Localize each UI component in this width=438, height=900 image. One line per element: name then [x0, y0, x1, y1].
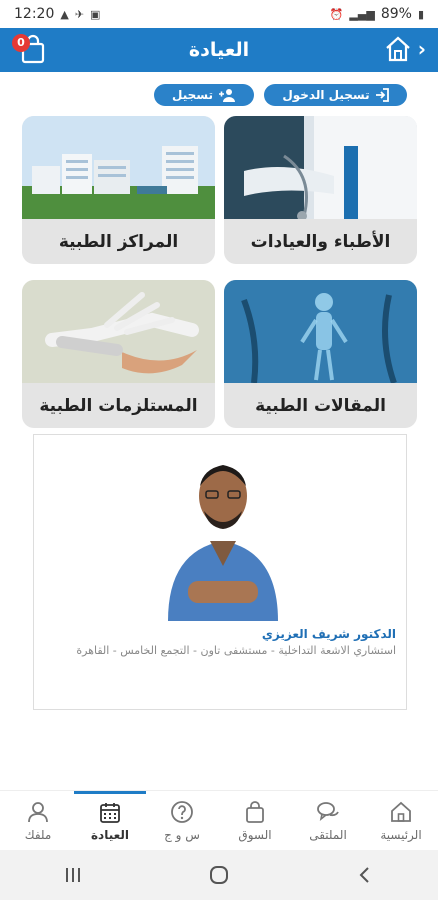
- nav-forum[interactable]: الملتقى: [292, 791, 364, 851]
- gallery-icon: ▣: [90, 7, 101, 21]
- nav-profile[interactable]: ملفك: [2, 791, 74, 851]
- nav-market[interactable]: السوق: [219, 791, 291, 851]
- hospital-buildings-photo: [22, 116, 215, 219]
- nav-label: الملتقى: [309, 828, 347, 842]
- featured-doctor-card[interactable]: الدكتور شريف العزيزي استشاري الاشعة التد…: [33, 434, 407, 710]
- add-user-icon: [218, 89, 235, 102]
- signal-icon: ▂▄▆: [349, 7, 375, 21]
- cart-badge: 0: [12, 34, 30, 52]
- calendar-icon: [100, 803, 120, 823]
- login-button[interactable]: تسجيل الدخول: [264, 84, 407, 106]
- medical-xray-photo: [224, 280, 417, 383]
- back-chevron-icon: [359, 867, 369, 883]
- app-bar: 0 العيادة ›: [0, 28, 438, 72]
- category-label: المراكز الطبية: [58, 232, 179, 252]
- notification-icon: ▲: [60, 7, 69, 21]
- doctor-name: الدكتور شريف العزيزي: [261, 627, 396, 641]
- category-card-medical-centers[interactable]: المراكز الطبية: [22, 116, 215, 264]
- question-icon: [171, 801, 193, 823]
- nav-label: س و ج: [164, 828, 200, 842]
- prosthetic-hand-photo: [22, 280, 215, 383]
- cart-button[interactable]: 0: [12, 34, 48, 66]
- shopping-bag-icon: [246, 801, 264, 823]
- nav-label: السوق: [238, 828, 272, 842]
- category-label: الأطباء والعيادات: [250, 232, 391, 252]
- telegram-icon: ✈: [74, 7, 85, 21]
- battery-level: 89%: [380, 6, 412, 22]
- category-label: المستلزمات الطبية: [39, 396, 198, 416]
- register-label: تسجيل: [172, 88, 213, 102]
- recent-apps-button[interactable]: [53, 860, 93, 890]
- system-home-button[interactable]: [199, 860, 239, 890]
- status-bar: 12:20 ▲ ✈ ▣ ⏰ ▂▄▆ 89% ▮: [0, 0, 438, 28]
- back-home-button[interactable]: ›: [384, 35, 426, 63]
- page-title: العيادة: [188, 39, 250, 61]
- auth-row: تسجيل الدخول تسجيل: [0, 84, 438, 108]
- login-icon: [375, 88, 389, 102]
- system-nav-bar: [0, 850, 438, 900]
- nav-clinic[interactable]: العيادة: [74, 791, 146, 851]
- system-back-button[interactable]: [345, 860, 385, 890]
- alarm-icon: ⏰: [329, 7, 344, 21]
- circle-home-icon: [210, 866, 228, 884]
- nav-home[interactable]: الرئيسية: [365, 791, 437, 851]
- user-icon: [28, 802, 48, 823]
- doctors-photo: [224, 116, 417, 219]
- bottom-nav: الرئيسية الملتقى السوق س و ج العيادة ملف…: [0, 790, 438, 850]
- chat-bubbles-icon: [317, 802, 339, 821]
- doctor-photo: [158, 441, 288, 621]
- nav-faq[interactable]: س و ج: [146, 791, 218, 851]
- chevron-right-icon: ›: [417, 37, 426, 61]
- nav-label: العيادة: [90, 828, 130, 842]
- category-card-doctors[interactable]: الأطباء والعيادات: [224, 116, 417, 264]
- doctor-description: استشاري الاشعة التداخلية - مستشفى تاون -…: [76, 644, 396, 657]
- home-icon: [391, 801, 411, 822]
- category-card-medical-articles[interactable]: المقالات الطبية: [224, 280, 417, 428]
- battery-icon: ▮: [417, 7, 424, 21]
- category-label: المقالات الطبية: [255, 396, 386, 416]
- home-icon: [386, 36, 410, 62]
- recent-apps-icon: [66, 868, 80, 882]
- login-label: تسجيل الدخول: [282, 88, 370, 102]
- clock: 12:20: [14, 6, 55, 22]
- register-button[interactable]: تسجيل: [154, 84, 254, 106]
- nav-label: ملفك: [24, 828, 52, 842]
- category-card-medical-supplies[interactable]: المستلزمات الطبية: [22, 280, 215, 428]
- nav-label: الرئيسية: [380, 828, 422, 842]
